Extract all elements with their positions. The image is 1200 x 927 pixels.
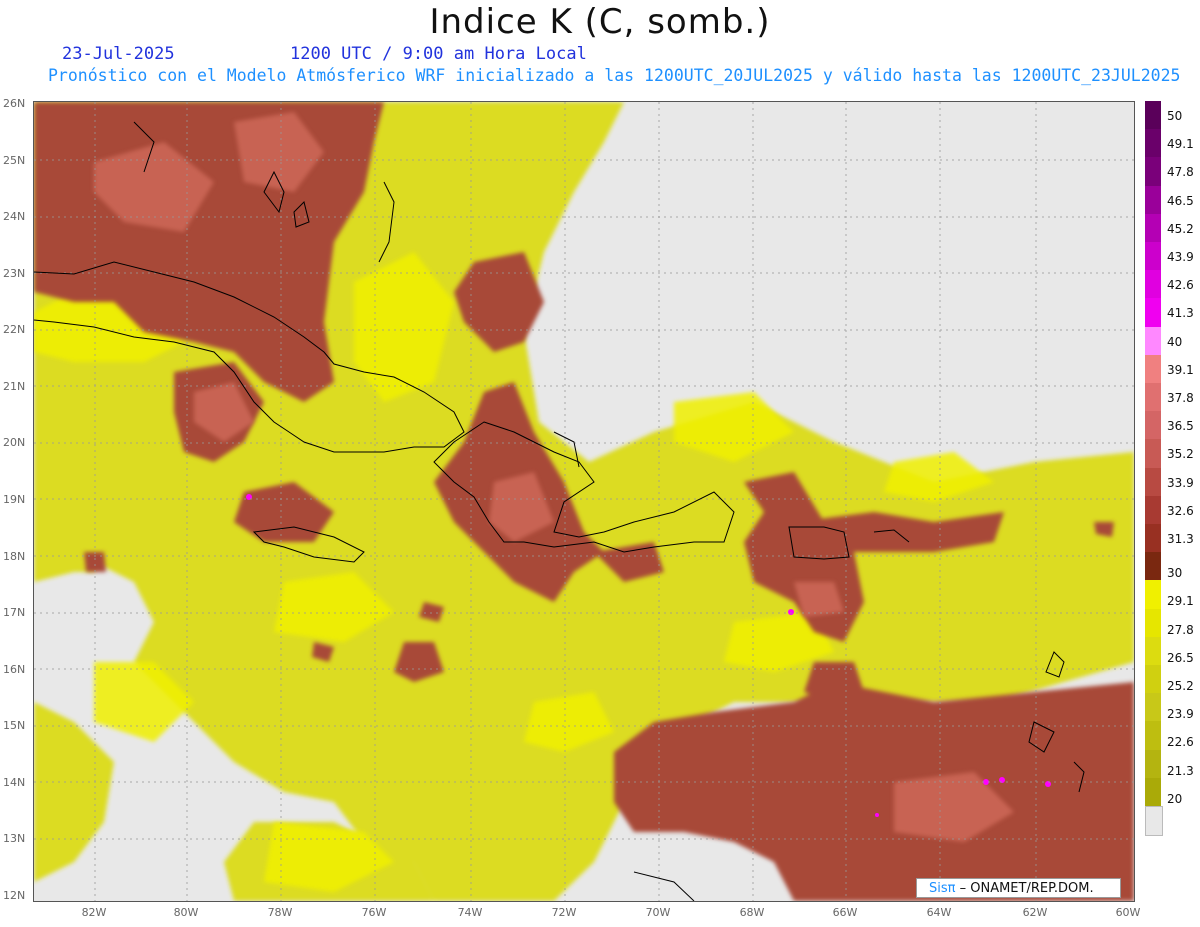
lon-label: 76W bbox=[361, 906, 387, 919]
k-index-map bbox=[33, 101, 1135, 902]
legend-label: 32.6 bbox=[1167, 503, 1194, 518]
legend-label: 20 bbox=[1167, 791, 1183, 806]
lat-label: 23N bbox=[3, 267, 26, 280]
lon-label: 70W bbox=[645, 906, 671, 919]
brand-label: Sisπ bbox=[929, 881, 956, 896]
lat-label: 14N bbox=[3, 776, 26, 789]
legend-label: 30 bbox=[1167, 566, 1183, 581]
lat-label: 16N bbox=[3, 663, 26, 676]
lon-label: 80W bbox=[173, 906, 199, 919]
legend-swatch bbox=[1145, 693, 1161, 723]
legend-swatch bbox=[1145, 157, 1161, 187]
lon-label: 60W bbox=[1115, 906, 1141, 919]
lat-label: 22N bbox=[3, 323, 26, 336]
forecast-date: 23-Jul-2025 bbox=[62, 44, 175, 64]
legend-label: 47.8 bbox=[1167, 165, 1194, 180]
legend-swatch bbox=[1145, 665, 1161, 695]
legend-swatch bbox=[1145, 270, 1161, 300]
legend-swatch bbox=[1145, 495, 1161, 525]
legend-swatch bbox=[1145, 326, 1161, 356]
legend-swatch bbox=[1145, 354, 1161, 384]
forecast-time: 1200 UTC / 9:00 am Hora Local bbox=[290, 44, 587, 64]
legend-swatch bbox=[1145, 185, 1161, 215]
legend-label: 29.1 bbox=[1167, 594, 1194, 609]
legend-label: 23.9 bbox=[1167, 707, 1194, 722]
lon-label: 68W bbox=[739, 906, 765, 919]
legend-label: 41.3 bbox=[1167, 306, 1194, 321]
legend-label: 22.6 bbox=[1167, 735, 1194, 750]
lat-label: 13N bbox=[3, 832, 26, 845]
legend-label: 37.8 bbox=[1167, 391, 1194, 405]
lon-label: 72W bbox=[551, 906, 577, 919]
lat-label: 20N bbox=[3, 436, 26, 449]
legend-swatch bbox=[1145, 411, 1161, 441]
legend-swatch bbox=[1145, 524, 1161, 554]
map-title: Indice K (C, somb.) bbox=[429, 2, 771, 42]
lat-label: 18N bbox=[3, 550, 26, 563]
legend-swatch bbox=[1145, 636, 1161, 666]
legend-label: 25.2 bbox=[1167, 679, 1194, 693]
lon-label: 66W bbox=[832, 906, 858, 919]
legend-label: 40 bbox=[1167, 334, 1183, 349]
map-svg bbox=[34, 102, 1134, 901]
legend-label: 45.2 bbox=[1167, 221, 1194, 236]
legend-label: 43.9 bbox=[1167, 250, 1194, 264]
lon-label: 62W bbox=[1022, 906, 1048, 919]
lat-label: 17N bbox=[3, 606, 26, 619]
legend-label: 46.5 bbox=[1167, 193, 1194, 208]
lon-label: 82W bbox=[81, 906, 107, 919]
lon-label: 74W bbox=[457, 906, 483, 919]
credit-box: Sisπ – ONAMET/REP.DOM. bbox=[916, 878, 1121, 898]
legend-swatch bbox=[1145, 580, 1161, 610]
org-label: – ONAMET/REP.DOM. bbox=[959, 881, 1094, 896]
legend-label: 33.9 bbox=[1167, 475, 1194, 490]
legend-swatch bbox=[1145, 467, 1161, 497]
legend-label: 39.1 bbox=[1167, 362, 1194, 377]
legend-label: 31.3 bbox=[1167, 532, 1194, 546]
legend-swatch bbox=[1145, 552, 1161, 582]
legend-label: 35.2 bbox=[1167, 447, 1194, 462]
legend-swatch bbox=[1145, 129, 1161, 159]
legend-label: 42.6 bbox=[1167, 278, 1194, 293]
legend-label: 27.8 bbox=[1167, 622, 1194, 637]
forecast-description: Pronóstico con el Modelo Atmósferico WRF… bbox=[48, 66, 1181, 85]
legend-swatch bbox=[1145, 101, 1161, 131]
legend-label: 50 bbox=[1167, 109, 1183, 123]
legend-label: 21.3 bbox=[1167, 763, 1194, 778]
lat-label: 15N bbox=[3, 719, 26, 732]
legend-swatch bbox=[1145, 439, 1161, 469]
lon-label: 78W bbox=[267, 906, 293, 919]
lat-label: 12N bbox=[3, 889, 26, 902]
lat-label: 19N bbox=[3, 493, 26, 506]
legend-swatch bbox=[1145, 608, 1161, 638]
lat-label: 24N bbox=[3, 210, 26, 223]
legend-swatch bbox=[1145, 242, 1161, 272]
lat-label: 26N bbox=[3, 97, 26, 110]
lon-label: 64W bbox=[926, 906, 952, 919]
legend-swatch bbox=[1145, 749, 1161, 779]
legend-label: 36.5 bbox=[1167, 419, 1194, 434]
legend-swatch bbox=[1145, 777, 1161, 807]
legend-swatch bbox=[1145, 383, 1161, 413]
legend-swatch bbox=[1145, 721, 1161, 751]
legend-label: 26.5 bbox=[1167, 650, 1194, 665]
lat-label: 25N bbox=[3, 154, 26, 167]
legend-swatch-low bbox=[1145, 806, 1163, 836]
legend-swatch bbox=[1145, 213, 1161, 243]
legend-swatch bbox=[1145, 298, 1161, 328]
lat-label: 21N bbox=[3, 380, 26, 393]
legend-label: 49.1 bbox=[1167, 137, 1194, 152]
